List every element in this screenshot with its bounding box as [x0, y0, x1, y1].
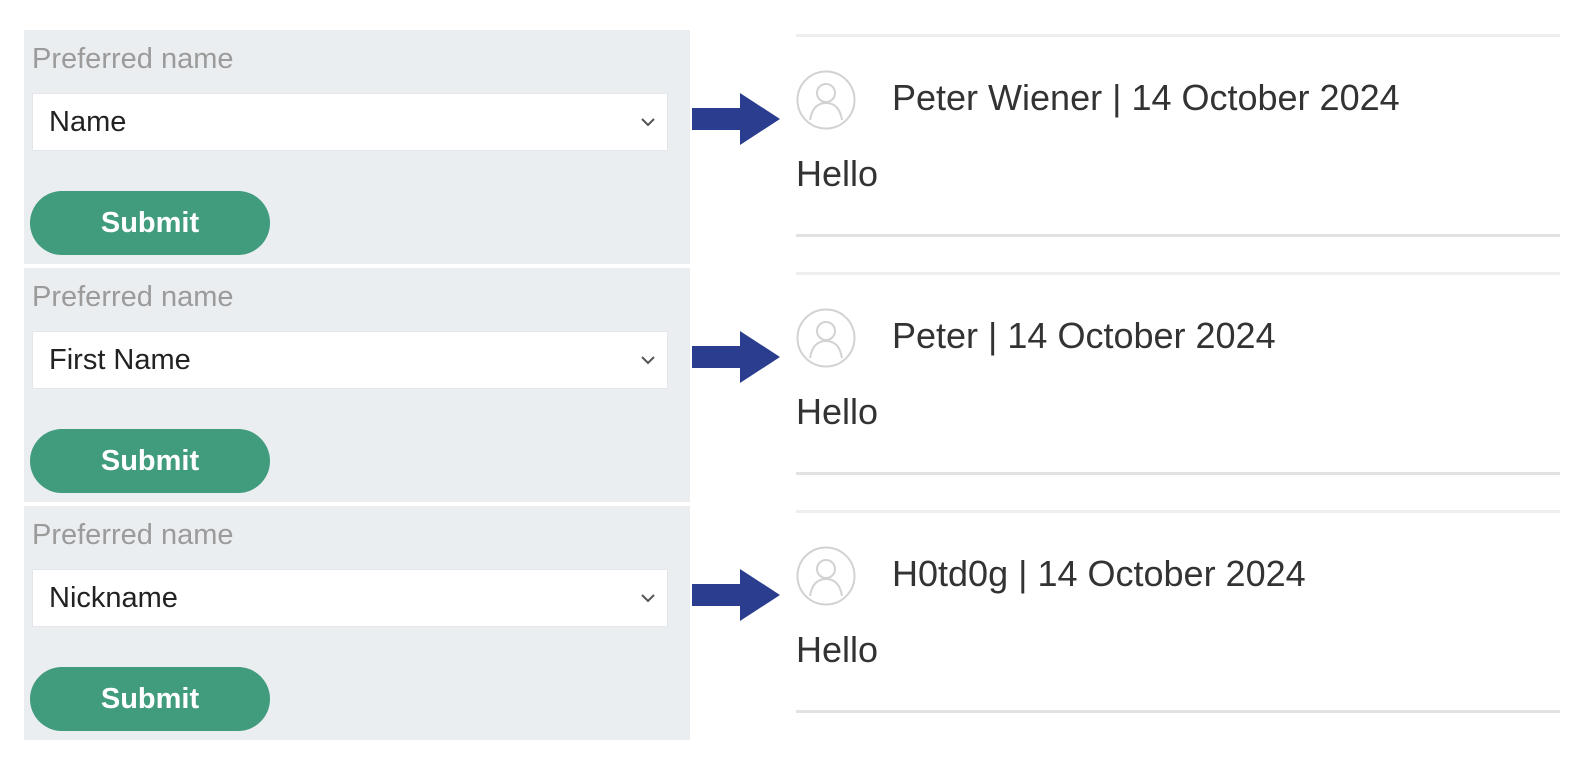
user-avatar-icon — [796, 308, 856, 368]
preferred-name-select[interactable]: Name — [32, 93, 668, 151]
arrow-right-icon — [692, 93, 780, 145]
divider-bottom — [796, 234, 1560, 237]
divider-top — [796, 272, 1560, 275]
example-2: Preferred name First Name Submit Peter |… — [0, 268, 1584, 508]
divider-bottom — [796, 472, 1560, 475]
chevron-down-icon — [641, 594, 655, 603]
select-value: Name — [49, 106, 127, 138]
preferred-name-label: Preferred name — [32, 519, 234, 551]
submit-button[interactable]: Submit — [30, 667, 270, 731]
example-3: Preferred name Nickname Submit H0td0g | … — [0, 506, 1584, 746]
divider-bottom — [796, 710, 1560, 713]
preferred-name-label: Preferred name — [32, 281, 234, 313]
preferred-name-select[interactable]: Nickname — [32, 569, 668, 627]
arrow-right-icon — [692, 331, 780, 383]
meta-separator: | — [1008, 553, 1038, 594]
divider-top — [796, 510, 1560, 513]
comment-author: H0td0g — [892, 553, 1009, 594]
meta-separator: | — [978, 315, 1008, 356]
comment-card: Peter Wiener | 14 October 2024 Hello — [796, 30, 1560, 264]
comment-author: Peter Wiener — [892, 77, 1103, 118]
comment-date: 14 October 2024 — [1131, 77, 1400, 118]
comment-body: Hello — [796, 153, 879, 194]
select-value: Nickname — [49, 582, 178, 614]
comment-body: Hello — [796, 629, 879, 670]
divider-top — [796, 34, 1560, 37]
preferred-name-form: Preferred name First Name Submit — [24, 268, 690, 502]
comment-meta: Peter | 14 October 2024 — [892, 316, 1276, 356]
arrow-right-icon — [692, 569, 780, 621]
preferred-name-form: Preferred name Nickname Submit — [24, 506, 690, 740]
comment-date: 14 October 2024 — [1007, 315, 1276, 356]
user-avatar-icon — [796, 70, 856, 130]
preferred-name-select[interactable]: First Name — [32, 331, 668, 389]
chevron-down-icon — [641, 118, 655, 127]
comment-card: H0td0g | 14 October 2024 Hello — [796, 506, 1560, 740]
preferred-name-label: Preferred name — [32, 43, 234, 75]
comment-body: Hello — [796, 391, 879, 432]
meta-separator: | — [1102, 77, 1132, 118]
preferred-name-form: Preferred name Name Submit — [24, 30, 690, 264]
comment-author: Peter — [892, 315, 979, 356]
comment-meta: Peter Wiener | 14 October 2024 — [892, 78, 1400, 118]
comment-meta: H0td0g | 14 October 2024 — [892, 554, 1306, 594]
comment-card: Peter | 14 October 2024 Hello — [796, 268, 1560, 502]
example-1: Preferred name Name Submit Peter Wiener … — [0, 30, 1584, 270]
user-avatar-icon — [796, 546, 856, 606]
select-value: First Name — [49, 344, 191, 376]
comment-date: 14 October 2024 — [1037, 553, 1306, 594]
submit-button[interactable]: Submit — [30, 429, 270, 493]
submit-button[interactable]: Submit — [30, 191, 270, 255]
chevron-down-icon — [641, 356, 655, 365]
